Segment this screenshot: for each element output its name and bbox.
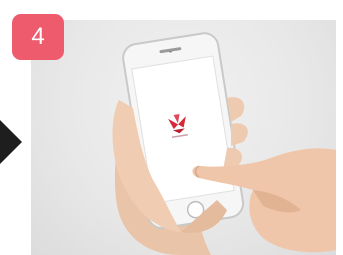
triangle-right-icon bbox=[0, 120, 22, 164]
step-number-badge: 4 bbox=[12, 14, 64, 60]
tutorial-photo bbox=[31, 20, 336, 255]
phone-in-hands-illustration bbox=[112, 32, 336, 255]
finger-left-2 bbox=[231, 123, 248, 146]
